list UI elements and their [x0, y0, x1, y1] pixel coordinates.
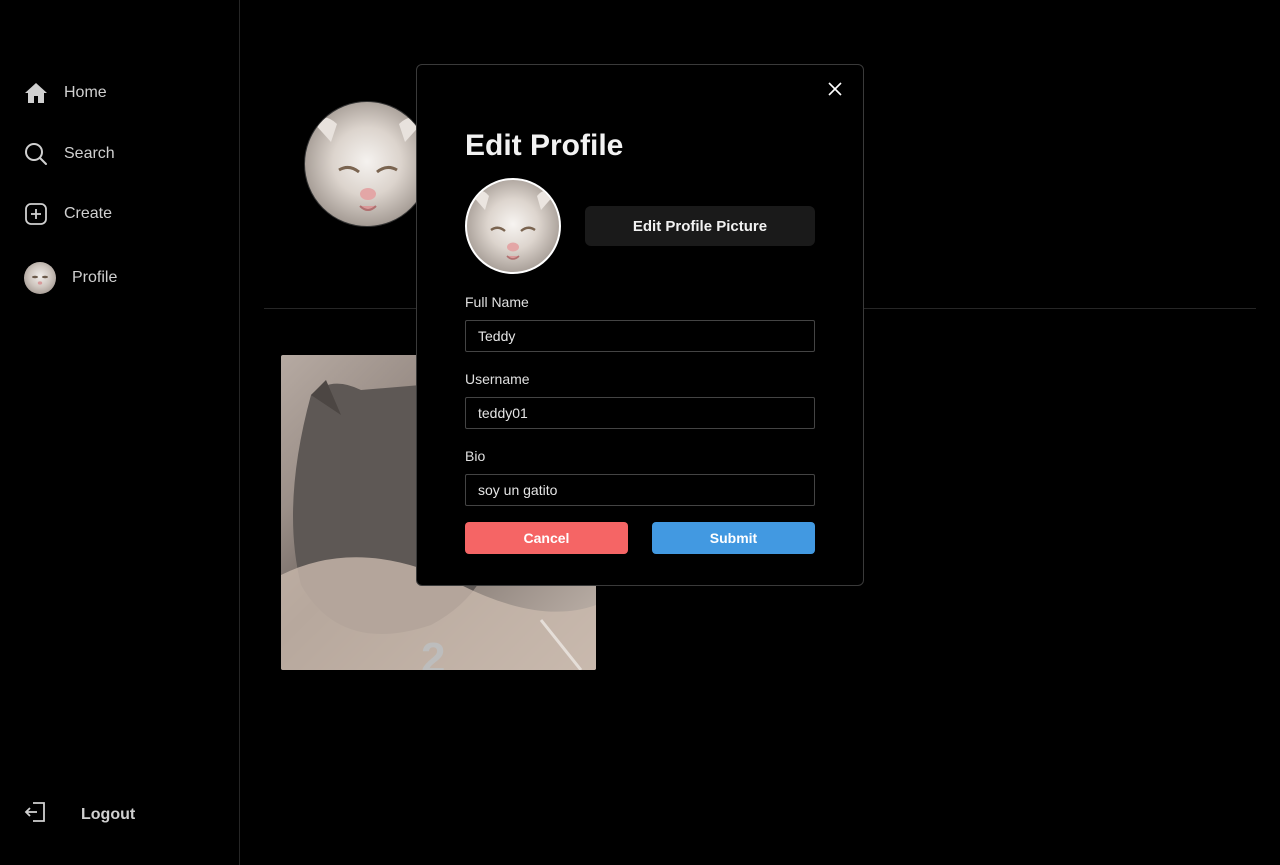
sidebar: Home Search Create Profile Logout — [0, 0, 240, 865]
edit-profile-modal: Edit Profile Edit Profile Picture Full N… — [416, 64, 864, 586]
close-button[interactable] — [825, 79, 845, 99]
search-icon — [24, 142, 48, 166]
edit-profile-picture-button[interactable]: Edit Profile Picture — [585, 206, 815, 246]
username-field[interactable] — [465, 397, 815, 429]
home-icon — [24, 81, 48, 105]
plus-square-icon — [24, 202, 48, 226]
bio-label: Bio — [465, 448, 486, 464]
logout-icon — [24, 800, 48, 829]
full-name-field[interactable] — [465, 320, 815, 352]
logout-button[interactable]: Logout — [24, 800, 135, 829]
username-label: Username — [465, 371, 530, 387]
profile-avatar — [304, 101, 430, 227]
avatar — [24, 262, 56, 294]
sidebar-item-label: Search — [64, 145, 115, 162]
bio-field[interactable] — [465, 474, 815, 506]
sidebar-item-profile[interactable]: Profile — [24, 262, 117, 294]
submit-button[interactable]: Submit — [652, 522, 815, 554]
sidebar-item-label: Home — [64, 84, 107, 101]
sidebar-item-label: Create — [64, 205, 113, 222]
logout-label: Logout — [81, 805, 136, 823]
modal-title: Edit Profile — [465, 129, 624, 162]
close-icon — [828, 82, 842, 96]
full-name-label: Full Name — [465, 294, 529, 310]
post-count-glyph: 2 — [421, 634, 446, 670]
sidebar-item-search[interactable]: Search — [24, 142, 115, 166]
sidebar-item-create[interactable]: Create — [24, 202, 112, 226]
sidebar-item-home[interactable]: Home — [24, 81, 107, 105]
profile-picture-preview — [465, 178, 561, 274]
sidebar-item-label: Profile — [72, 269, 118, 286]
cancel-button[interactable]: Cancel — [465, 522, 628, 554]
